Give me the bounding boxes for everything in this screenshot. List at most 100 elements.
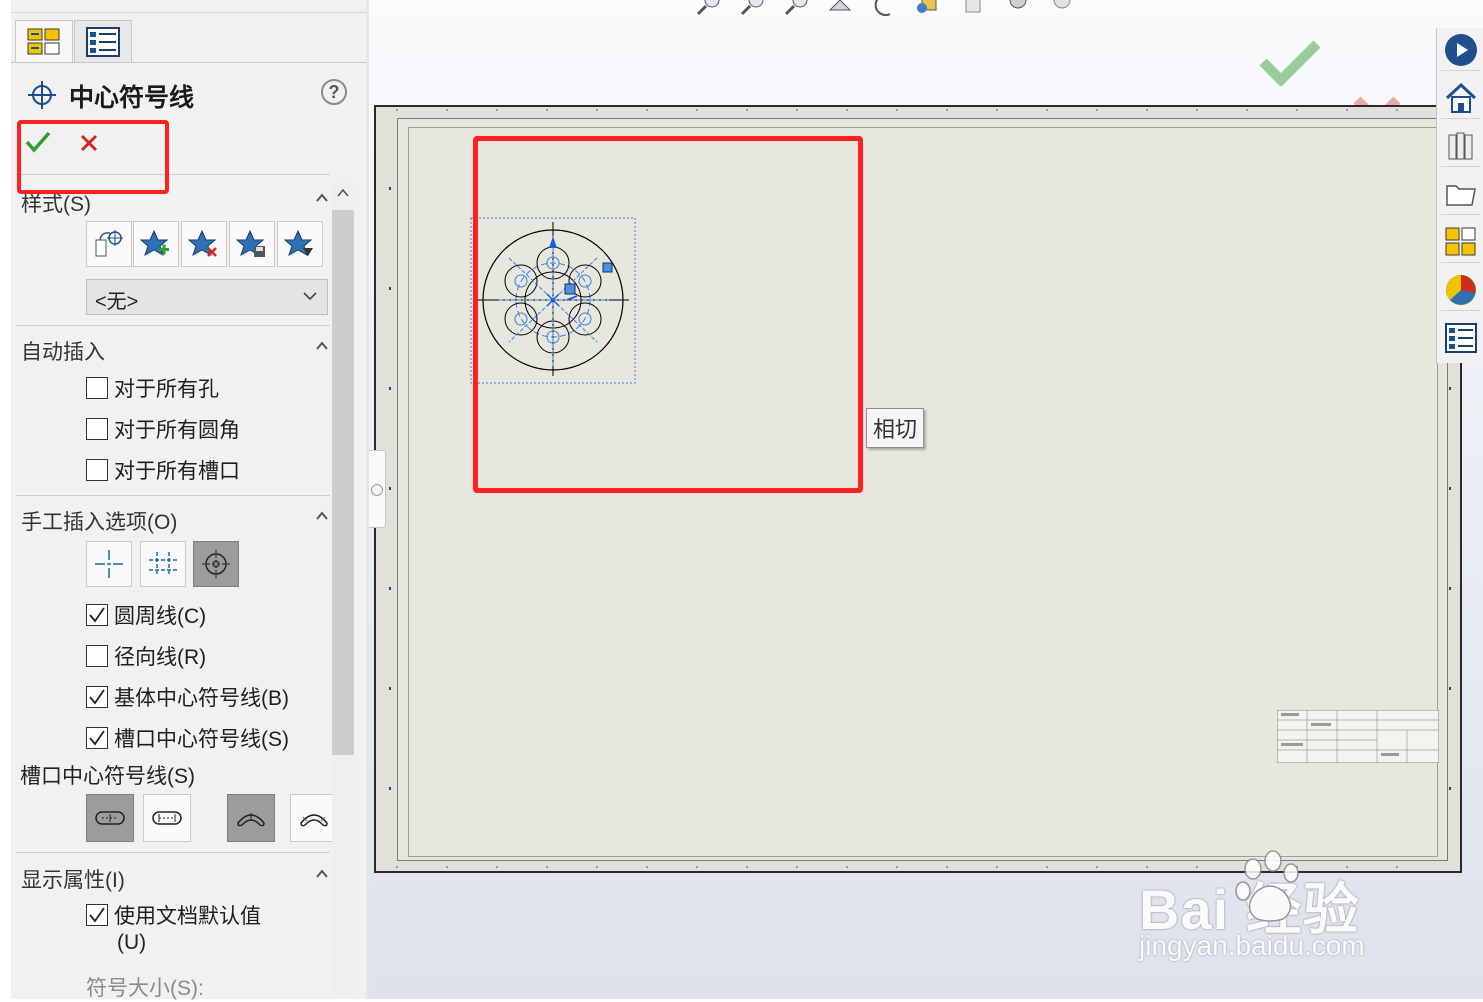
linear-center-mark-icon xyxy=(149,552,177,576)
zoom-to-fit-icon[interactable] xyxy=(694,0,726,16)
display-style-icon[interactable] xyxy=(958,0,990,16)
star-save-icon xyxy=(236,229,265,257)
arc-slot-ends-icon xyxy=(300,814,328,827)
mark-size-label: 符号大小(S): xyxy=(86,977,204,1000)
appearances-icon xyxy=(1446,275,1476,305)
task-pane xyxy=(1436,28,1483,363)
checkmark-icon xyxy=(89,730,105,746)
file-explorer-button[interactable] xyxy=(1441,174,1481,215)
feature-tree-icon xyxy=(27,28,60,55)
single-center-mark-button[interactable] xyxy=(86,541,132,587)
checkbox-box[interactable] xyxy=(86,604,108,626)
design-library-button[interactable] xyxy=(1441,126,1481,167)
checkbox-label: 对于所有槽口 xyxy=(114,460,240,483)
slot-mark-style-3-button[interactable] xyxy=(227,794,275,842)
chevron-up-icon[interactable] xyxy=(315,509,329,523)
confirm-ok-check-icon[interactable] xyxy=(1259,38,1321,86)
slot-center-icon xyxy=(95,811,125,825)
star-delete-icon xyxy=(188,229,217,257)
slot-mark-style-2-button[interactable] xyxy=(143,794,191,842)
tabstrip-divider xyxy=(11,62,366,63)
tab-feature-manager[interactable] xyxy=(15,20,73,63)
checkbox-box[interactable] xyxy=(86,459,108,481)
heads-up-toolbar xyxy=(694,0,1078,16)
style-select[interactable]: <无> xyxy=(86,279,328,315)
checkbox-box[interactable] xyxy=(86,418,108,440)
save-style-button[interactable] xyxy=(229,221,275,267)
checkbox-box[interactable] xyxy=(86,904,108,926)
chevron-up-icon[interactable] xyxy=(315,867,329,881)
zoom-area-icon[interactable] xyxy=(738,0,770,16)
chevron-up-icon[interactable] xyxy=(315,191,329,205)
load-style-button[interactable] xyxy=(277,221,323,267)
delete-style-button[interactable] xyxy=(181,221,227,267)
section-manual-insert-header[interactable]: 手工插入选项(O) xyxy=(21,506,177,536)
slot-ends-icon xyxy=(152,811,182,825)
chevron-up-icon[interactable] xyxy=(315,339,329,353)
checkbox-all-slots[interactable]: 对于所有槽口 xyxy=(86,455,240,485)
tab-property-manager[interactable] xyxy=(74,20,132,62)
checkbox-box[interactable] xyxy=(86,645,108,667)
checkbox-base-center-mark[interactable]: 基体中心符号线(B) xyxy=(86,682,289,712)
checkbox-box[interactable] xyxy=(86,686,108,708)
slot-mark-style-4-button[interactable] xyxy=(290,794,338,842)
view-palette-button[interactable] xyxy=(1441,222,1481,263)
single-center-mark-icon xyxy=(95,550,123,578)
tangent-tooltip: 相切 xyxy=(866,408,925,448)
circular-center-mark-button[interactable] xyxy=(193,541,239,587)
scroll-up-icon[interactable] xyxy=(337,188,349,198)
checkbox-label: 使用文档默认值 xyxy=(114,905,261,928)
view-palette-icon xyxy=(1445,227,1476,256)
center-mark-icon xyxy=(28,81,56,109)
checkmark-icon xyxy=(89,689,105,705)
checkmark-icon xyxy=(89,607,105,623)
apply-style-button[interactable] xyxy=(86,221,132,267)
checkmark-icon xyxy=(89,907,105,923)
checkbox-circular-lines[interactable]: 圆周线(C) xyxy=(86,600,206,630)
checkbox-all-holes[interactable]: 对于所有孔 xyxy=(86,373,219,403)
checkbox-label: 对于所有圆角 xyxy=(114,419,240,442)
home-button[interactable] xyxy=(1441,78,1481,119)
hide-show-icon[interactable] xyxy=(1002,0,1034,16)
section-view-icon[interactable] xyxy=(826,0,858,16)
checkbox-box[interactable] xyxy=(86,727,108,749)
appearances-button[interactable] xyxy=(1441,270,1481,311)
arc-slot-icon xyxy=(237,813,265,827)
checkbox-box[interactable] xyxy=(86,377,108,399)
solidworks-resources-button[interactable] xyxy=(1441,30,1481,71)
star-add-icon xyxy=(140,229,169,257)
slot-center-marks-label: 槽口中心符号线(S) xyxy=(20,765,195,788)
checkbox-slot-center-mark[interactable]: 槽口中心符号线(S) xyxy=(86,723,289,753)
design-library-icon xyxy=(1448,132,1473,160)
top-divider xyxy=(11,12,366,13)
property-manager-panel: 中心符号线 ? 样式(S) <无> 自动插入 对于所有孔 对于所有圆角 对于所有… xyxy=(11,0,367,1000)
window-left-edge xyxy=(0,0,11,999)
use-document-default-shortcut: (U) xyxy=(117,931,147,954)
custom-properties-icon xyxy=(1445,323,1477,353)
slot-mark-style-1-button[interactable] xyxy=(86,794,134,842)
checkbox-all-fillets[interactable]: 对于所有圆角 xyxy=(86,414,240,444)
checkbox-radial-lines[interactable]: 径向线(R) xyxy=(86,641,206,671)
section-divider xyxy=(16,325,330,326)
add-style-button[interactable] xyxy=(133,221,179,267)
section-auto-insert-header[interactable]: 自动插入 xyxy=(21,336,105,366)
section-divider xyxy=(16,495,330,496)
linear-center-mark-button[interactable] xyxy=(140,541,186,587)
panel-collapse-handle[interactable] xyxy=(369,450,386,528)
graphics-area[interactable]: 相切 Bai 经验 jingyan.baidu.com xyxy=(369,0,1483,999)
star-load-icon xyxy=(284,229,313,257)
help-button[interactable]: ? xyxy=(321,79,347,105)
checkbox-use-document-default[interactable]: 使用文档默认值 xyxy=(86,900,261,930)
circular-center-mark-icon xyxy=(202,550,230,578)
section-display-attributes-header[interactable]: 显示属性(I) xyxy=(21,864,125,894)
appearance-icon[interactable] xyxy=(1046,0,1078,16)
dynamic-annotation-icon[interactable] xyxy=(870,0,902,16)
checkbox-label: 圆周线(C) xyxy=(114,605,207,628)
custom-properties-button[interactable] xyxy=(1441,318,1481,358)
previous-view-icon[interactable] xyxy=(782,0,814,16)
apply-style-icon xyxy=(95,230,123,257)
panel-scrollbar-thumb[interactable] xyxy=(332,210,354,755)
title-block xyxy=(1277,710,1439,763)
view-orientation-icon[interactable] xyxy=(914,0,946,16)
checkbox-label: 槽口中心符号线(S) xyxy=(114,728,289,751)
